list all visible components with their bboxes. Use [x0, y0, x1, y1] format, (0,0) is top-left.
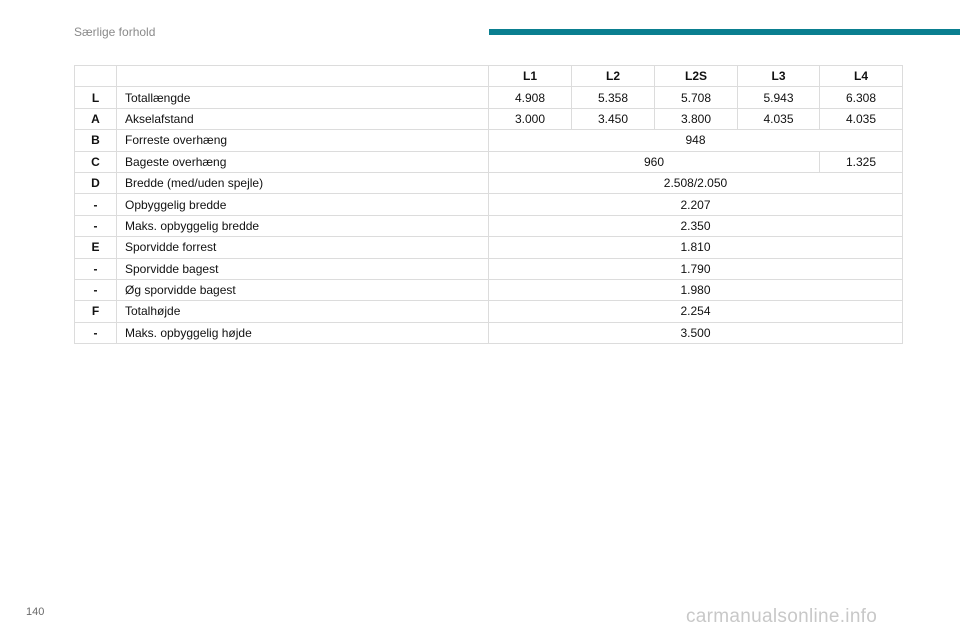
- row-code: -: [74, 257, 117, 280]
- column-header: L2S: [654, 64, 738, 88]
- row-code: A: [74, 107, 117, 131]
- row-value: 6.308: [819, 86, 903, 109]
- table-row: E Sporvidde forrest 1.810: [74, 236, 903, 259]
- row-code: E: [74, 236, 117, 259]
- row-code: L: [74, 86, 117, 109]
- row-label: Øg sporvidde bagest: [116, 278, 489, 302]
- header-blank: [116, 64, 489, 88]
- row-value: 1.810: [488, 236, 903, 259]
- row-label: Akselafstand: [116, 107, 489, 131]
- row-code: F: [74, 300, 117, 323]
- page-number: 140: [26, 606, 45, 618]
- row-value: 960: [488, 150, 820, 173]
- row-label: Totalhøjde: [116, 300, 489, 323]
- column-header: L1: [488, 64, 572, 88]
- table-row: C Bageste overhæng 960 1.325: [74, 150, 903, 173]
- table-row: L Totallængde 4.908 5.358 5.708 5.943 6.…: [74, 86, 903, 109]
- row-code: D: [74, 171, 117, 195]
- table-row: - Opbyggelig bredde 2.207: [74, 193, 903, 216]
- row-value: 5.943: [737, 86, 820, 109]
- row-label: Bageste overhæng: [116, 150, 489, 173]
- row-code: -: [74, 193, 117, 216]
- table-row: B Forreste overhæng 948: [74, 129, 903, 152]
- row-code: -: [74, 214, 117, 238]
- row-value: 4.908: [488, 86, 572, 109]
- table-row: - Maks. opbyggelig højde 3.500: [74, 321, 903, 345]
- row-label: Bredde (med/uden spejle): [116, 171, 489, 195]
- row-code: -: [74, 278, 117, 302]
- row-value: 2.350: [488, 214, 903, 238]
- row-value: 2.207: [488, 193, 903, 216]
- table-row: - Maks. opbyggelig bredde 2.350: [74, 214, 903, 238]
- row-value: 1.790: [488, 257, 903, 280]
- row-value: 4.035: [819, 107, 903, 131]
- row-value: 3.000: [488, 107, 572, 131]
- row-label: Forreste overhæng: [116, 129, 489, 152]
- row-value: 2.508/2.050: [488, 171, 903, 195]
- row-label: Sporvidde forrest: [116, 236, 489, 259]
- watermark: carmanualsonline.info: [686, 606, 878, 627]
- dimensions-table: L1 L2 L2S L3 L4 L Totallængde 4.908 5.35…: [74, 64, 903, 345]
- row-value: 948: [488, 129, 903, 152]
- row-code: -: [74, 321, 117, 345]
- row-label: Opbyggelig bredde: [116, 193, 489, 216]
- column-header: L4: [819, 64, 903, 88]
- row-value: 5.708: [654, 86, 738, 109]
- row-value: 4.035: [737, 107, 820, 131]
- row-value: 5.358: [571, 86, 655, 109]
- header-corner: [74, 64, 117, 88]
- table-row: - Øg sporvidde bagest 1.980: [74, 278, 903, 302]
- row-value: 3.800: [654, 107, 738, 131]
- column-header: L3: [737, 64, 820, 88]
- table-row: F Totalhøjde 2.254: [74, 300, 903, 323]
- row-value: 2.254: [488, 300, 903, 323]
- row-code: B: [74, 129, 117, 152]
- row-label: Sporvidde bagest: [116, 257, 489, 280]
- section-title: Særlige forhold: [74, 25, 156, 39]
- table-row: A Akselafstand 3.000 3.450 3.800 4.035 4…: [74, 107, 903, 131]
- row-value: 1.980: [488, 278, 903, 302]
- row-value: 1.325: [819, 150, 903, 173]
- row-label: Maks. opbyggelig bredde: [116, 214, 489, 238]
- column-header: L2: [571, 64, 655, 88]
- table-row: - Sporvidde bagest 1.790: [74, 257, 903, 280]
- table-header-row: L1 L2 L2S L3 L4: [74, 64, 903, 88]
- row-code: C: [74, 150, 117, 173]
- row-label: Totallængde: [116, 86, 489, 109]
- row-value: 3.500: [488, 321, 903, 345]
- table-row: D Bredde (med/uden spejle) 2.508/2.050: [74, 171, 903, 195]
- row-value: 3.450: [571, 107, 655, 131]
- row-label: Maks. opbyggelig højde: [116, 321, 489, 345]
- header-accent-bar: [489, 29, 960, 35]
